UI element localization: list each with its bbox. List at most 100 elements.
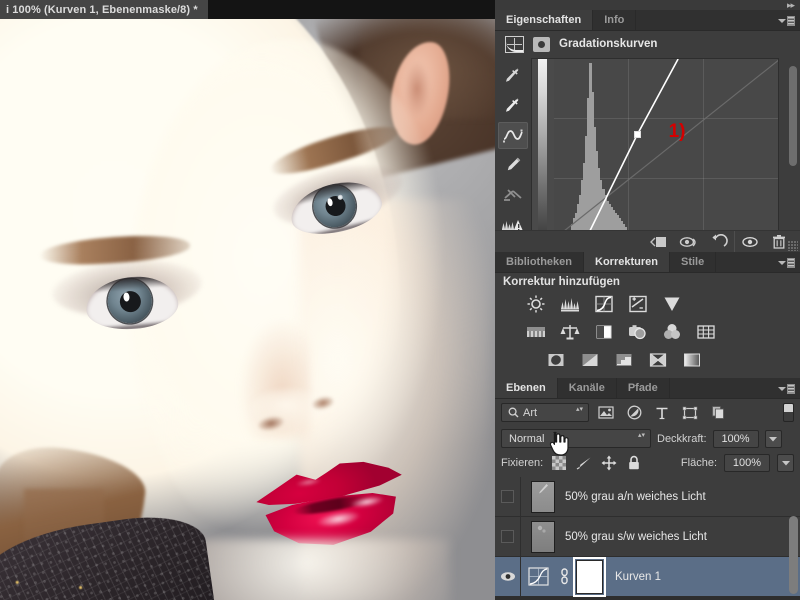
curve-tools: [495, 58, 531, 238]
invert-icon[interactable]: [545, 350, 567, 370]
exposure-icon[interactable]: [627, 294, 649, 314]
grey-layer-thumb: [531, 480, 555, 513]
curves-graph[interactable]: 1): [531, 58, 779, 238]
tab-stile[interactable]: Stile: [669, 252, 717, 272]
pencil-draw-icon[interactable]: [498, 152, 528, 179]
brightness-contrast-icon[interactable]: [525, 294, 547, 314]
properties-panel-menu-icon[interactable]: [778, 15, 795, 26]
layer-visibility-toggle[interactable]: [495, 556, 521, 597]
table-row[interactable]: Kurven 1: [495, 556, 800, 597]
adjustments-panel-menu-icon[interactable]: [778, 257, 795, 268]
lock-position-icon[interactable]: [600, 454, 618, 472]
properties-scrollbar[interactable]: [789, 62, 797, 232]
layer-list: 50% grau a/n weiches Licht 50% grau s/w …: [495, 477, 800, 600]
eyedropper-white-icon[interactable]: [498, 92, 528, 119]
layer-kind-select[interactable]: Art ▴▾: [501, 403, 589, 422]
filter-pixel-icon[interactable]: [595, 403, 617, 422]
adjustments-tab-bar: Bibliotheken Korrekturen Stile: [495, 252, 800, 273]
color-lookup-icon[interactable]: [695, 322, 717, 342]
table-row[interactable]: 50% grau s/w weiches Licht: [495, 516, 800, 557]
layer-visibility-toggle[interactable]: [495, 516, 521, 557]
chevron-updown-icon: ▴▾: [575, 406, 583, 413]
opacity-dropdown-icon[interactable]: [764, 429, 782, 448]
layer-filter-row: Art ▴▾: [495, 399, 800, 426]
photo-filter-icon[interactable]: [627, 322, 649, 342]
layers-panel: Ebenen Kanäle Pfade Art ▴▾ Normal ▴▾ Dec…: [495, 378, 800, 600]
table-row[interactable]: 50% grau a/n weiches Licht: [495, 477, 800, 517]
threshold-icon[interactable]: [613, 350, 635, 370]
tab-eigenschaften[interactable]: Eigenschaften: [495, 10, 594, 30]
adjustment-row-3: [545, 350, 703, 370]
toggle-visibility-icon[interactable]: [734, 230, 764, 253]
opacity-input[interactable]: 100%: [712, 429, 759, 448]
menu-triangle-icon: [778, 18, 786, 23]
page-title: Gradationskurven: [559, 38, 658, 50]
white-layer-mask[interactable]: [573, 556, 606, 597]
reset-adjustment-icon[interactable]: [704, 231, 734, 253]
view-previous-state-icon[interactable]: [674, 231, 704, 253]
properties-header: Gradationskurven: [495, 31, 800, 57]
tab-kanaele[interactable]: Kanäle: [557, 378, 617, 398]
layers-panel-menu-icon[interactable]: [778, 383, 795, 394]
curves-adjustment-thumb: [527, 567, 549, 586]
menu-lines-icon: [787, 15, 795, 26]
tab-ebenen[interactable]: Ebenen: [495, 378, 558, 398]
filter-type-icon[interactable]: [651, 403, 673, 422]
eye-off-icon: [501, 530, 514, 543]
levels-icon[interactable]: [559, 294, 581, 314]
filter-smartobject-icon[interactable]: [707, 403, 729, 422]
photo-chin: [190, 539, 450, 600]
selective-color-icon[interactable]: [647, 350, 669, 370]
lock-all-icon[interactable]: [625, 454, 643, 472]
fill-dropdown-icon[interactable]: [777, 454, 794, 472]
tab-info[interactable]: Info: [593, 10, 637, 30]
menu-triangle-icon: [778, 386, 786, 391]
black-white-icon[interactable]: [593, 322, 615, 342]
fill-input[interactable]: 100%: [724, 454, 770, 472]
smooth-curve-icon[interactable]: [498, 181, 528, 208]
vibrance-icon[interactable]: [661, 294, 683, 314]
lock-label: Fixieren:: [501, 457, 544, 469]
layer-thumbnail[interactable]: [521, 517, 565, 557]
filter-shape-icon[interactable]: [679, 403, 701, 422]
search-icon: [508, 407, 519, 418]
layer-visibility-toggle[interactable]: [495, 477, 521, 517]
curves-icon[interactable]: [593, 294, 615, 314]
output-luminance-strip: [538, 59, 547, 237]
link-mask-icon[interactable]: [555, 568, 573, 585]
curves-icon: [505, 35, 524, 53]
layer-thumbnail[interactable]: [521, 477, 565, 517]
filter-enable-toggle[interactable]: [783, 403, 794, 422]
canvas-photo[interactable]: [0, 19, 495, 600]
lock-image-icon[interactable]: [575, 454, 593, 472]
layer-thumbnail[interactable]: [521, 557, 555, 597]
photo-sparkle: [15, 580, 19, 585]
filter-adjustment-icon[interactable]: [623, 403, 645, 422]
document-tab[interactable]: i 100% (Kurven 1, Ebenenmaske/8) *: [0, 0, 208, 19]
color-balance-icon[interactable]: [559, 322, 581, 342]
panel-resize-grip[interactable]: [788, 241, 798, 251]
eyedropper-sample-icon[interactable]: [498, 62, 528, 89]
adjustment-clip-icon[interactable]: [533, 36, 550, 52]
posterize-icon[interactable]: [579, 350, 601, 370]
blend-mode-select[interactable]: Normal ▴▾: [501, 429, 651, 448]
chevron-updown-icon: ▴▾: [637, 432, 645, 439]
curve-edit-icon[interactable]: [498, 121, 528, 149]
curve-control-point[interactable]: [633, 131, 641, 139]
layers-tab-bar: Ebenen Kanäle Pfade: [495, 378, 800, 399]
gradient-map-icon[interactable]: [681, 350, 703, 370]
menu-triangle-icon: [778, 260, 786, 265]
tab-pfade[interactable]: Pfade: [616, 378, 670, 398]
tab-korrekturen[interactable]: Korrekturen: [584, 252, 670, 272]
document-tab-bar: i 100% (Kurven 1, Ebenenmaske/8) *: [0, 0, 495, 19]
layers-scrollbar[interactable]: [789, 478, 798, 596]
fill-label: Fläche:: [680, 457, 717, 469]
tab-bibliotheken[interactable]: Bibliotheken: [495, 252, 585, 272]
adjustments-panel: Bibliotheken Korrekturen Stile Korrektur…: [495, 252, 800, 378]
collapse-panels-icon[interactable]: ▸▸: [787, 1, 795, 10]
clip-to-layer-icon[interactable]: [644, 231, 674, 253]
grey-layer-thumb: [531, 520, 555, 553]
hue-saturation-icon[interactable]: [525, 322, 547, 342]
layer-kind-label: Art: [523, 406, 538, 419]
channel-mixer-icon[interactable]: [661, 322, 683, 342]
